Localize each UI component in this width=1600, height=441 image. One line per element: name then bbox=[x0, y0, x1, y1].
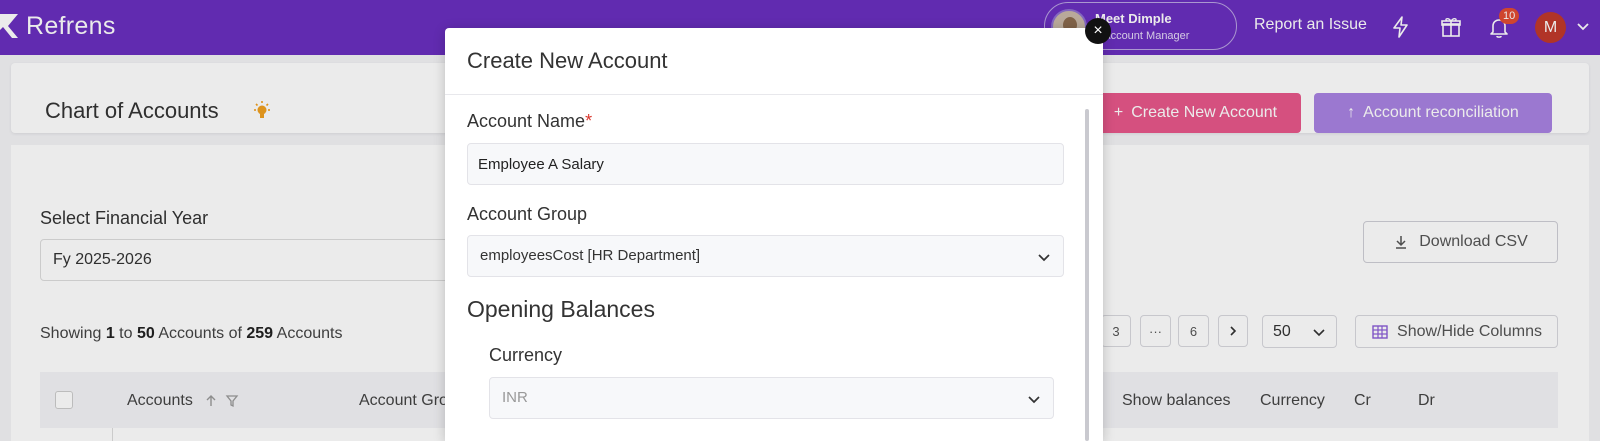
create-account-modal: Create New Account Account Name* Employe… bbox=[445, 28, 1103, 441]
chevron-down-icon bbox=[1038, 254, 1050, 262]
opening-balances-heading: Opening Balances bbox=[467, 296, 655, 322]
currency-value: INR bbox=[502, 389, 528, 406]
account-name-label-text: Account Name bbox=[467, 111, 586, 131]
account-group-select[interactable]: employeesCost [HR Department] bbox=[467, 235, 1064, 277]
currency-label: Currency bbox=[489, 345, 563, 365]
modal-scrollbar[interactable] bbox=[1085, 109, 1089, 441]
required-asterisk: * bbox=[585, 111, 593, 131]
account-group-label: Account Group bbox=[467, 204, 588, 224]
currency-select[interactable]: INR bbox=[489, 377, 1054, 419]
modal-close-button[interactable]: × bbox=[1085, 18, 1111, 44]
chevron-down-icon bbox=[1028, 396, 1040, 404]
modal-title: Create New Account bbox=[467, 48, 668, 73]
account-name-label: Account Name* bbox=[467, 111, 592, 132]
modal-divider bbox=[445, 94, 1103, 95]
account-name-input[interactable]: Employee A Salary bbox=[467, 143, 1064, 185]
account-group-value: employeesCost [HR Department] bbox=[480, 247, 701, 264]
